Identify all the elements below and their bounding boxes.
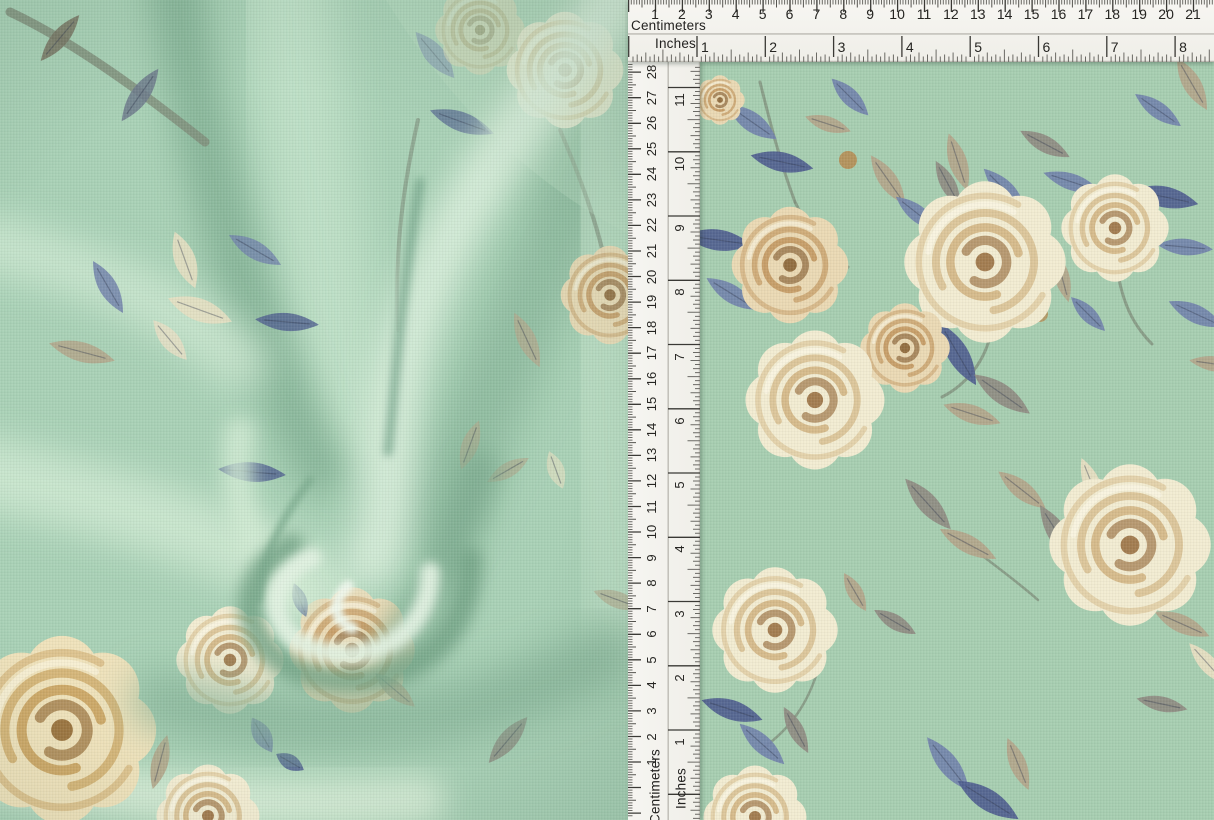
inch-tick-label: 5 [974, 39, 982, 55]
rose-print [1061, 174, 1168, 281]
cm-tick-label: 14 [997, 6, 1013, 22]
cm-tick-label: 3 [705, 6, 713, 22]
cm-tick-label: 16 [1051, 6, 1067, 22]
inch-tick-label: 4 [906, 39, 914, 55]
inch-tick-label: 6 [1043, 39, 1051, 55]
horizontal-inches-label: Inches [655, 36, 696, 51]
cm-tick-label: 21 [1185, 6, 1201, 22]
cm-tick-label: 21 [644, 240, 660, 262]
cm-tick-label: 26 [644, 112, 660, 134]
vertical-ruler-ticks [628, 62, 700, 820]
inch-tick-label: 1 [672, 731, 688, 753]
cm-tick-label: 25 [644, 138, 660, 160]
cm-tick-label: 13 [970, 6, 986, 22]
cm-tick-label: 22 [644, 214, 660, 236]
cm-tick-label: 5 [759, 6, 767, 22]
cm-tick-label: 1 [651, 6, 659, 22]
cm-minor-ticks [631, 0, 1212, 5]
cm-tick-label: 6 [786, 6, 794, 22]
cm-tick-label: 19 [644, 291, 660, 313]
cm-tick-label: 12 [943, 6, 959, 22]
inch-tick-label: 8 [672, 281, 688, 303]
vertical-inches-label: Inches [674, 764, 689, 814]
ruler-divider [668, 62, 669, 820]
inch-tick-label: 6 [672, 410, 688, 432]
cm-tick-label: 23 [644, 189, 660, 211]
cm-tick-label: 18 [644, 317, 660, 339]
vertical-ruler: Centimeters Inches 123456789101112131415… [628, 62, 700, 820]
cm-tick-label: 24 [644, 163, 660, 185]
cm-tick-label: 4 [644, 674, 660, 696]
cm-tick-label: 20 [1158, 6, 1174, 22]
inch-tick-label: 10 [672, 153, 688, 175]
inch-minor-ticks [688, 67, 701, 818]
inch-tick-label: 4 [672, 538, 688, 560]
inch-tick-label: 7 [672, 346, 688, 368]
cm-tick-label: 4 [732, 6, 740, 22]
cm-tick-label: 2 [678, 6, 686, 22]
cm-tick-label: 8 [839, 6, 847, 22]
cm-tick-label: 15 [644, 393, 660, 415]
inch-tick-label: 11 [672, 89, 688, 111]
inch-tick-label: 5 [672, 474, 688, 496]
cm-tick-label: 8 [644, 572, 660, 594]
rose-print [1049, 464, 1210, 625]
cm-tick-label: 9 [866, 6, 874, 22]
cm-tick-label: 11 [917, 6, 932, 22]
cm-tick-label: 5 [644, 649, 660, 671]
flat-fabric-swatch [700, 62, 1214, 820]
cm-tick-label: 7 [644, 598, 660, 620]
cm-tick-label: 11 [644, 496, 660, 518]
inch-major-ticks [629, 36, 1175, 57]
cm-tick-label: 3 [644, 700, 660, 722]
rose-print [712, 567, 837, 692]
inch-minor-ticks [633, 50, 1209, 63]
ruler-edge [628, 61, 1214, 62]
cm-tick-label: 6 [644, 623, 660, 645]
cm-tick-label: 20 [644, 266, 660, 288]
cm-tick-label: 1 [644, 751, 660, 773]
inch-tick-label: 2 [672, 667, 688, 689]
cm-tick-label: 17 [644, 342, 660, 364]
cm-tick-label: 18 [1105, 6, 1121, 22]
fabric-product-photo: Centimeters Inches 123456789101112131415… [0, 0, 1214, 820]
flat-fabric-art [700, 62, 1214, 820]
inch-tick-label: 3 [838, 39, 846, 55]
cm-tick-label: 13 [644, 444, 660, 466]
cm-tick-label: 2 [644, 726, 660, 748]
cm-tick-label: 19 [1131, 6, 1147, 22]
cm-tick-label: 10 [889, 6, 905, 22]
inch-tick-label: 3 [672, 603, 688, 625]
cm-tick-label: 17 [1078, 6, 1094, 22]
inch-tick-label: 1 [701, 39, 709, 55]
inch-tick-label: 2 [769, 39, 777, 55]
inch-tick-label: 7 [1111, 39, 1119, 55]
inch-tick-label: 9 [672, 217, 688, 239]
cm-tick-label: 10 [644, 521, 660, 543]
cm-tick-label: 7 [812, 6, 820, 22]
cm-tick-label: 9 [644, 547, 660, 569]
cm-tick-label: 14 [644, 419, 660, 441]
horizontal-centimeters-label: Centimeters [631, 18, 706, 33]
cm-minor-ticks [628, 65, 633, 816]
ruler-divider [628, 33, 1214, 34]
draped-fabric-art [0, 0, 628, 820]
rose-print [746, 331, 885, 470]
draped-fabric-swatch [0, 0, 628, 820]
cm-tick-label: 16 [644, 368, 660, 390]
cm-tick-label: 27 [644, 87, 660, 109]
cm-tick-label: 15 [1024, 6, 1040, 22]
inch-tick-label: 8 [1179, 39, 1187, 55]
rose-print [732, 207, 849, 324]
rosebud-print [839, 151, 857, 169]
horizontal-ruler: Centimeters Inches 123456789101112131415… [628, 0, 1214, 62]
cm-tick-label: 12 [644, 470, 660, 492]
cm-tick-label: 28 [644, 62, 660, 83]
